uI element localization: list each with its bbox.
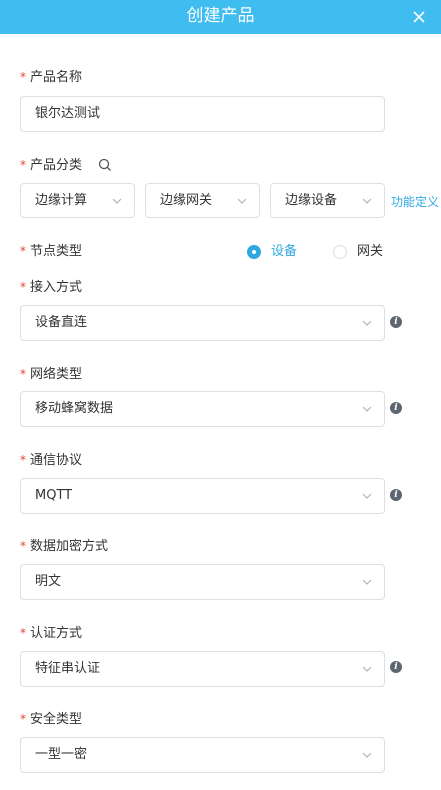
info-icon[interactable]: i <box>390 402 402 414</box>
category-select-1[interactable]: 边缘计算 <box>20 183 135 218</box>
network-type-label: * 网络类型 <box>20 367 83 382</box>
required-mark: * <box>20 453 26 467</box>
chevron-down-icon <box>362 320 372 326</box>
function-definition-link[interactable]: 功能定义 <box>391 193 439 210</box>
search-icon[interactable] <box>98 158 112 172</box>
required-mark: * <box>20 70 26 84</box>
chevron-down-icon <box>362 198 372 204</box>
close-icon[interactable] <box>411 9 427 25</box>
required-mark: * <box>20 712 26 726</box>
network-type-select[interactable]: 移动蜂窝数据 <box>20 391 385 427</box>
dialog-title: 创建产品 <box>186 6 255 26</box>
info-icon[interactable]: i <box>390 489 402 501</box>
protocol-label: * 通信协议 <box>20 453 83 468</box>
product-name-label: * 产品名称 <box>20 70 83 85</box>
dialog-header: 创建产品 <box>0 0 441 34</box>
auth-method-select[interactable]: 特征串认证 <box>20 651 385 687</box>
chevron-down-icon <box>362 493 372 499</box>
required-mark: * <box>20 626 26 640</box>
info-icon[interactable]: i <box>390 316 402 328</box>
product-name-input[interactable]: 银尔达测试 <box>20 96 385 132</box>
product-category-label: * 产品分类 <box>20 156 111 175</box>
chevron-down-icon <box>362 666 372 672</box>
access-method-label: * 接入方式 <box>20 280 83 295</box>
encryption-select[interactable]: 明文 <box>20 564 385 600</box>
protocol-select[interactable]: MQTT <box>20 478 385 514</box>
chevron-down-icon <box>112 198 122 204</box>
category-select-2[interactable]: 边缘网关 <box>145 183 260 218</box>
required-mark: * <box>20 367 26 381</box>
chevron-down-icon <box>362 406 372 412</box>
info-icon[interactable]: i <box>390 661 402 673</box>
auth-method-label: * 认证方式 <box>20 626 83 641</box>
chevron-down-icon <box>237 198 247 204</box>
required-mark: * <box>20 158 26 172</box>
radio-unchecked-icon <box>333 245 347 259</box>
node-type-label: * 节点类型 <box>20 244 83 259</box>
radio-checked-icon <box>247 245 261 259</box>
access-method-select[interactable]: 设备直连 <box>20 305 385 341</box>
required-mark: * <box>20 244 26 258</box>
required-mark: * <box>20 280 26 294</box>
required-mark: * <box>20 539 26 553</box>
encryption-label: * 数据加密方式 <box>20 539 109 554</box>
category-select-3[interactable]: 边缘设备 <box>270 183 385 218</box>
security-type-label: * 安全类型 <box>20 712 83 727</box>
chevron-down-icon <box>362 579 372 585</box>
security-type-select[interactable]: 一型一密 <box>20 737 385 773</box>
chevron-down-icon <box>362 752 372 758</box>
